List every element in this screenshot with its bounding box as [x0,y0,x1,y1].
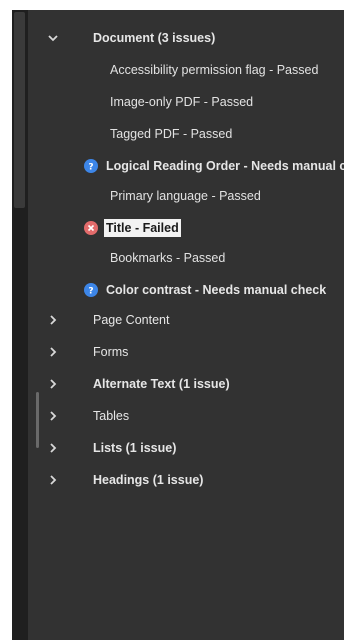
tree-item-label: Tables [93,409,130,423]
chevron-down-icon[interactable] [46,31,60,45]
check-logical-reading-order[interactable]: ? Logical Reading Order - Needs manual c… [28,152,344,180]
chevron-right-icon[interactable] [46,441,60,455]
x-icon [84,221,98,235]
tree-item-page-content[interactable]: Page Content [28,306,344,334]
check-label: Primary language - Passed [110,189,261,203]
scrollbar-thumb[interactable] [14,12,25,208]
tree-item-label: Document (3 issues) [93,31,216,45]
chevron-right-icon[interactable] [46,409,60,423]
check-bookmarks[interactable]: Bookmarks - Passed [28,244,344,272]
tree-item-forms[interactable]: Forms [28,338,344,366]
check-tagged-pdf[interactable]: Tagged PDF - Passed [28,120,344,148]
tree-item-label: Lists (1 issue) [93,441,177,455]
svg-text:?: ? [88,163,93,172]
tree-item-lists[interactable]: Lists (1 issue) [28,434,344,462]
question-icon: ? [84,283,98,297]
left-scrollbar[interactable] [12,10,28,640]
check-color-contrast[interactable]: ? Color contrast - Needs manual check [28,276,344,304]
check-title[interactable]: Title - Failed [28,214,344,242]
check-accessibility-permission[interactable]: Accessibility permission flag - Passed [28,56,344,84]
check-label: Color contrast - Needs manual check [106,283,327,297]
tree-item-label: Alternate Text (1 issue) [93,377,230,391]
check-label-selected: Title - Failed [104,219,181,237]
check-label: Tagged PDF - Passed [110,127,233,141]
question-icon: ? [84,159,98,173]
chevron-right-icon[interactable] [46,345,60,359]
tree-item-tables[interactable]: Tables [28,402,344,430]
accessibility-checker-panel: Document (3 issues) Accessibility permis… [28,10,344,640]
check-label: Accessibility permission flag - Passed [110,63,319,77]
tree-item-headings[interactable]: Headings (1 issue) [28,466,344,494]
tree-item-document[interactable]: Document (3 issues) [28,24,344,52]
check-label: Logical Reading Order - Needs manual che… [106,159,344,173]
chevron-right-icon[interactable] [46,313,60,327]
chevron-right-icon[interactable] [46,473,60,487]
check-label: Image-only PDF - Passed [110,95,254,109]
window-edge [0,0,12,640]
chevron-right-icon[interactable] [46,377,60,391]
check-image-only-pdf[interactable]: Image-only PDF - Passed [28,88,344,116]
tree-item-alternate-text[interactable]: Alternate Text (1 issue) [28,370,344,398]
svg-text:?: ? [88,287,93,296]
check-primary-language[interactable]: Primary language - Passed [28,182,344,210]
tree-item-label: Headings (1 issue) [93,473,204,487]
check-label: Bookmarks - Passed [110,251,226,265]
tree-item-label: Page Content [93,313,170,327]
tree-item-label: Forms [93,345,129,359]
